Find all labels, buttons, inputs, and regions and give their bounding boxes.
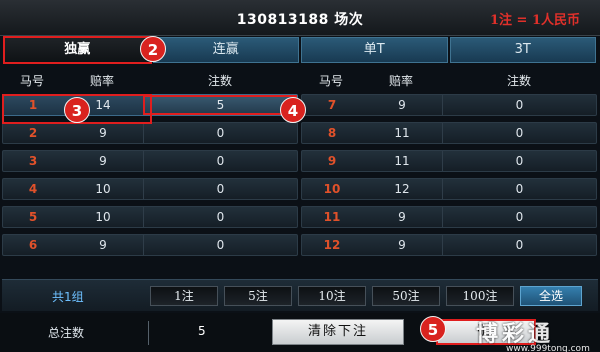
- horse-odds: 9: [99, 126, 107, 140]
- quick-bet-50-button[interactable]: 50注: [372, 286, 440, 306]
- horse-number: 3: [28, 154, 38, 168]
- bet-count-input[interactable]: 0: [143, 151, 297, 171]
- total-bets-label: 总注数: [48, 326, 85, 340]
- watermark: 博彩通 www.999tong.com: [476, 316, 600, 352]
- tab-single-t[interactable]: 单T: [301, 37, 448, 63]
- horse-odds: 10: [95, 182, 111, 196]
- header-horse: 马号: [318, 73, 343, 88]
- header-horse: 马号: [19, 73, 44, 88]
- horse-odds: 11: [394, 126, 410, 140]
- bet-count-input[interactable]: 0: [442, 235, 596, 255]
- horse-number: 9: [327, 154, 337, 168]
- title-bar: 130813188 场次 1注 = 1人民币: [0, 0, 600, 36]
- clear-bets-button[interactable]: 清除下注: [272, 319, 404, 345]
- horse-number: 7: [327, 98, 337, 112]
- step-badge: 3: [64, 97, 90, 123]
- header-bets: 注数: [207, 73, 232, 88]
- bet-count-input[interactable]: 0: [442, 179, 596, 199]
- total-bets-value: 5: [198, 324, 206, 338]
- quick-bet-5-button[interactable]: 5注: [224, 286, 292, 306]
- horse-row[interactable]: 4 10 0: [2, 178, 298, 200]
- horse-number: 6: [28, 238, 38, 252]
- column-header: 马号 赔率 注数: [2, 66, 298, 94]
- horse-number: 8: [327, 126, 337, 140]
- horse-number: 4: [28, 182, 38, 196]
- horse-number: 10: [323, 182, 341, 196]
- header-bets: 注数: [506, 73, 531, 88]
- bet-count-input[interactable]: 0: [442, 151, 596, 171]
- bet-count-input[interactable]: 0: [442, 207, 596, 227]
- horse-number: 5: [28, 210, 38, 224]
- bet-count-input[interactable]: 0: [143, 207, 297, 227]
- horse-row[interactable]: 9 11 0: [301, 150, 597, 172]
- horse-odds: 9: [99, 238, 107, 252]
- step-badge: 2: [140, 36, 166, 62]
- horse-odds: 11: [394, 154, 410, 168]
- horse-odds: 12: [394, 182, 410, 196]
- horse-number: 11: [323, 210, 341, 224]
- footer-divider: [148, 321, 149, 345]
- horse-row[interactable]: 11 9 0: [301, 206, 597, 228]
- horse-row[interactable]: 2 9 0: [2, 122, 298, 144]
- bet-count-input[interactable]: 0: [143, 123, 297, 143]
- horse-row[interactable]: 6 9 0: [2, 234, 298, 256]
- horse-odds: 9: [99, 154, 107, 168]
- horse-row[interactable]: 7 9 0: [301, 94, 597, 116]
- bet-count-input[interactable]: 0: [143, 235, 297, 255]
- horse-odds: 9: [398, 210, 406, 224]
- horse-number: 2: [28, 126, 38, 140]
- bet-count-input[interactable]: 0: [143, 179, 297, 199]
- header-odds: 赔率: [388, 73, 413, 88]
- bet-count-input[interactable]: 0: [442, 95, 596, 115]
- horse-odds: 10: [95, 210, 111, 224]
- horse-row[interactable]: 5 10 0: [2, 206, 298, 228]
- quick-bet-1-button[interactable]: 1注: [150, 286, 218, 306]
- tab-3t[interactable]: 3T: [449, 37, 596, 63]
- step-badge: 5: [420, 316, 446, 342]
- tab-win[interactable]: 独赢: [3, 36, 152, 64]
- header-odds: 赔率: [89, 73, 114, 88]
- step-badge: 4: [280, 97, 306, 123]
- horse-odds: 9: [398, 98, 406, 112]
- group-count: 共1组: [52, 290, 84, 304]
- horse-row[interactable]: 12 9 0: [301, 234, 597, 256]
- quick-bet-10-button[interactable]: 10注: [298, 286, 366, 306]
- horse-row[interactable]: 8 11 0: [301, 122, 597, 144]
- bet-count-input[interactable]: 5: [143, 95, 297, 115]
- bet-unit-note: 1注 = 1人民币: [489, 13, 580, 28]
- bet-count-input[interactable]: 0: [442, 123, 596, 143]
- horse-number: 12: [323, 238, 341, 252]
- quick-bet-100-button[interactable]: 100注: [446, 286, 514, 306]
- select-all-button[interactable]: 全选: [520, 286, 582, 306]
- quick-bet-bar: 共1组 1注 5注 10注 50注 100注 全选: [2, 279, 598, 311]
- tab-quinella[interactable]: 连赢: [152, 37, 299, 63]
- column-header: 马号 赔率 注数: [301, 66, 597, 94]
- horse-panel-right: 马号 赔率 注数 7 9 0 8 11 0 9 11 0 10 12 0 11 …: [301, 66, 597, 262]
- horse-row[interactable]: 10 12 0: [301, 178, 597, 200]
- watermark-url: www.999tong.com: [506, 344, 590, 352]
- horse-row[interactable]: 3 9 0: [2, 150, 298, 172]
- horse-odds: 9: [398, 238, 406, 252]
- bet-type-tabs: 独赢 连赢 单T 3T: [3, 36, 596, 64]
